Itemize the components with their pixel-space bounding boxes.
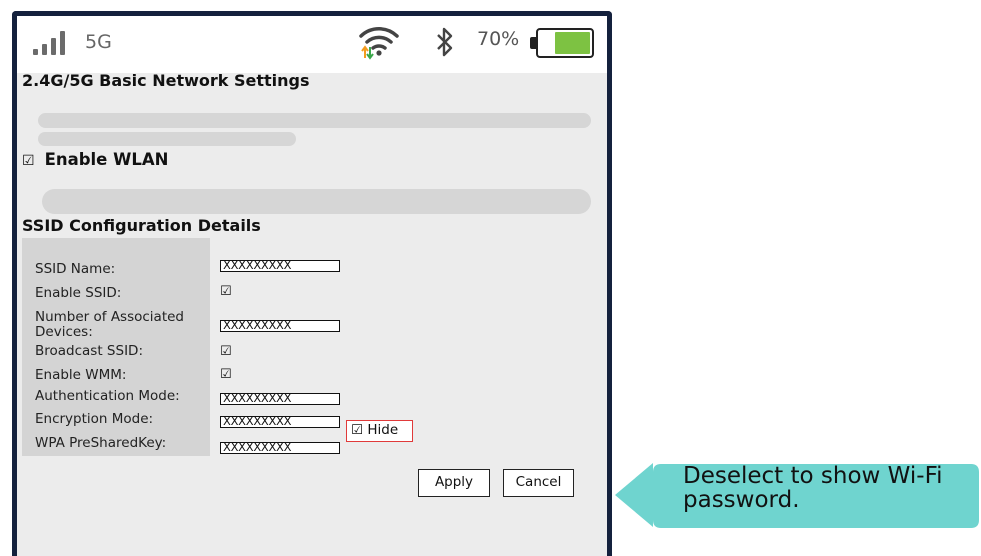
ssid-name-input[interactable]: XXXXXXXXX — [220, 260, 340, 272]
placeholder-bar — [38, 113, 591, 128]
section-title: SSID Configuration Details — [22, 216, 261, 235]
placeholder-bar — [38, 132, 296, 146]
placeholder-bar — [42, 189, 591, 214]
hide-checkbox[interactable]: ☑ — [351, 422, 363, 438]
associated-devices-label: Number of Associated — [35, 309, 185, 325]
associated-devices-label-cont: Devices: — [35, 324, 93, 340]
network-type: 5G — [85, 31, 112, 53]
cancel-button[interactable]: Cancel — [503, 469, 574, 497]
apply-button[interactable]: Apply — [418, 469, 490, 497]
enable-wlan-label: Enable WLAN — [44, 150, 169, 169]
enable-wmm-label: Enable WMM: — [35, 367, 127, 383]
bluetooth-icon — [437, 27, 453, 57]
enable-wlan-checkbox[interactable]: ☑ — [22, 153, 35, 169]
broadcast-ssid-label: Broadcast SSID: — [35, 343, 143, 359]
status-bar: 5G 70% — [17, 16, 607, 73]
hide-label: Hide — [367, 422, 399, 438]
enable-ssid-label: Enable SSID: — [35, 285, 122, 301]
encryption-mode-label: Encryption Mode: — [35, 411, 154, 427]
field-labels-panel: SSID Name: Enable SSID: Number of Associ… — [22, 238, 210, 456]
authentication-mode-input[interactable]: XXXXXXXXX — [220, 393, 340, 405]
wifi-icon — [359, 27, 399, 60]
battery-percent: 70% — [477, 28, 520, 50]
hide-password-toggle[interactable]: ☑ Hide — [346, 420, 413, 442]
enable-wmm-checkbox[interactable]: ☑ — [220, 368, 232, 382]
callout-text: Deselect to show Wi-Fi password. — [683, 463, 943, 513]
battery-icon — [530, 28, 594, 58]
broadcast-ssid-checkbox[interactable]: ☑ — [220, 345, 232, 359]
authentication-mode-label: Authentication Mode: — [35, 388, 180, 404]
associated-devices-input[interactable]: XXXXXXXXX — [220, 320, 340, 332]
encryption-mode-input[interactable]: XXXXXXXXX — [220, 416, 340, 428]
ssid-name-label: SSID Name: — [35, 261, 116, 277]
wpa-presharedkey-label: WPA PreSharedKey: — [35, 435, 167, 451]
page-title: 2.4G/5G Basic Network Settings — [22, 71, 310, 90]
wpa-presharedkey-input[interactable]: XXXXXXXXX — [220, 442, 340, 454]
enable-wlan-row[interactable]: ☑ Enable WLAN — [22, 150, 168, 169]
battery-fill — [555, 32, 590, 54]
enable-ssid-checkbox[interactable]: ☑ — [220, 285, 232, 299]
